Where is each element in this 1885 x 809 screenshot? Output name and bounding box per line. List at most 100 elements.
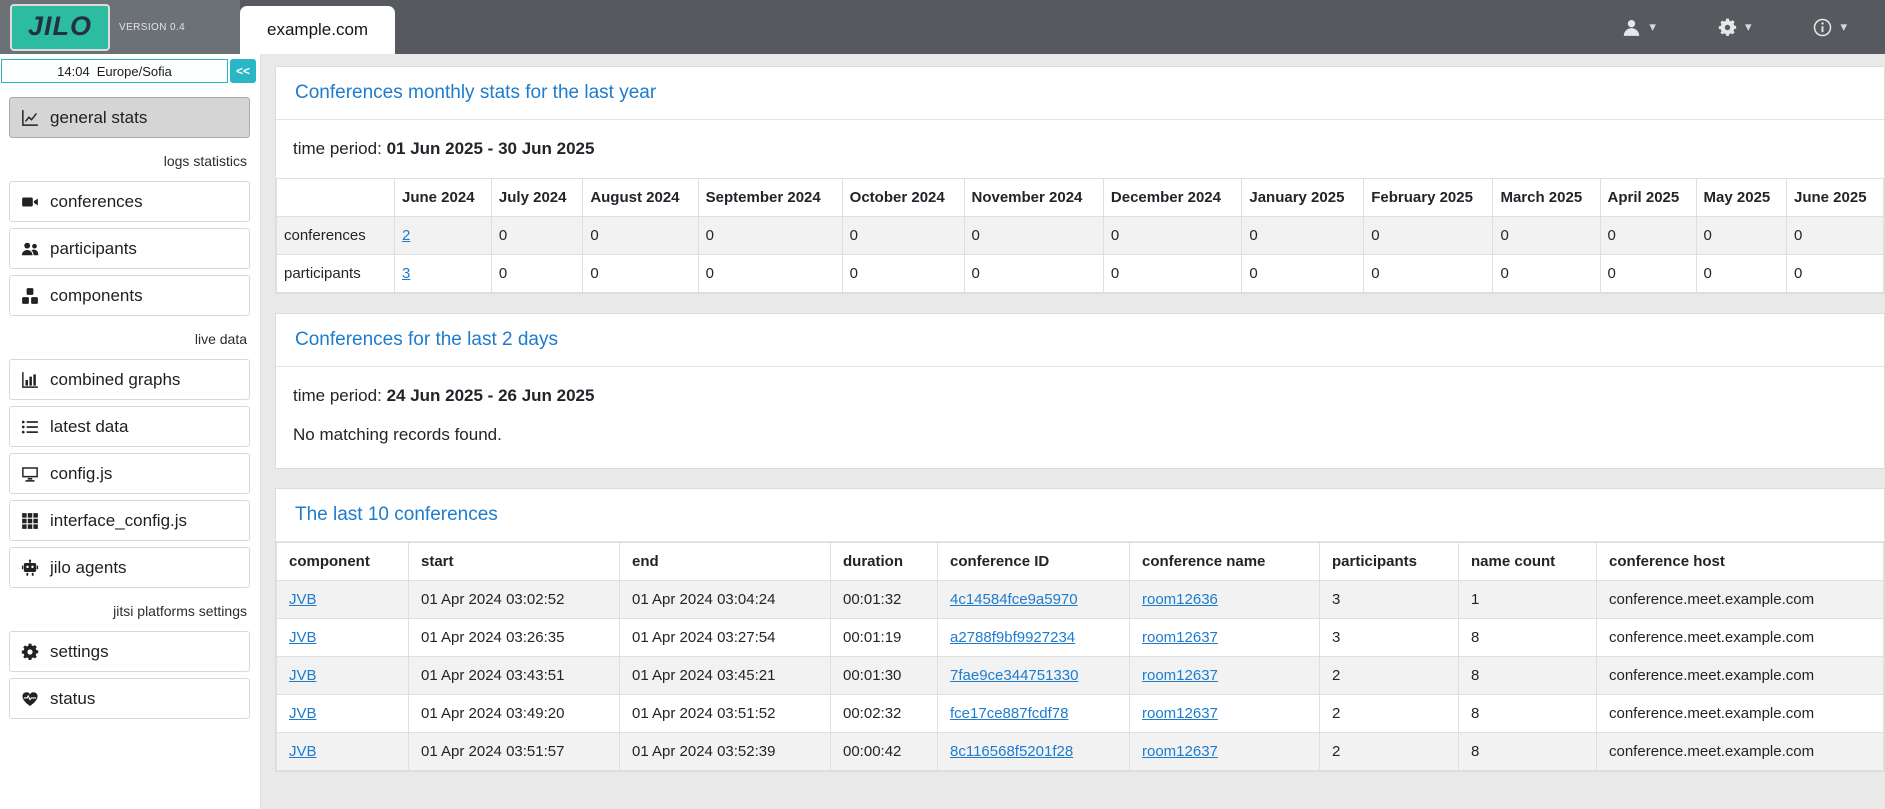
last10-link[interactable]: JVB bbox=[289, 629, 317, 646]
last10-cell: 01 Apr 2024 03:49:20 bbox=[409, 695, 620, 733]
sidebar-item-jilo-agents[interactable]: jilo agents bbox=[9, 547, 250, 588]
monthly-cell: 0 bbox=[842, 255, 964, 293]
tab-example-com[interactable]: example.com bbox=[240, 6, 395, 54]
recent-time-period: time period: 24 Jun 2025 - 26 Jun 2025 bbox=[293, 386, 1884, 406]
sidebar-item-label: status bbox=[50, 689, 95, 709]
sidebar-item-label: components bbox=[50, 286, 143, 306]
last10-link[interactable]: room12637 bbox=[1142, 629, 1218, 646]
last10-link[interactable]: room12636 bbox=[1142, 591, 1218, 608]
last10-column-header: participants bbox=[1320, 543, 1459, 581]
monthly-stats-card-body: time period: 01 Jun 2025 - 30 Jun 2025 J… bbox=[276, 120, 1884, 293]
last10-cell: conference.meet.example.com bbox=[1597, 581, 1884, 619]
table-row: JVB01 Apr 2024 03:49:2001 Apr 2024 03:51… bbox=[277, 695, 1884, 733]
video-camera-icon bbox=[21, 193, 39, 211]
sidebar-collapse-button[interactable]: << bbox=[230, 59, 256, 83]
last10-link[interactable]: room12637 bbox=[1142, 667, 1218, 684]
topbar: JILO VERSION 0.4 example.com ▾ ▾ ▾ bbox=[0, 0, 1885, 54]
monthly-cell: 0 bbox=[583, 217, 698, 255]
sidebar-item-config-js[interactable]: config.js bbox=[9, 453, 250, 494]
last10-cell: 01 Apr 2024 03:43:51 bbox=[409, 657, 620, 695]
sidebar-item-general-stats[interactable]: general stats bbox=[9, 97, 250, 138]
user-menu[interactable]: ▾ bbox=[1622, 18, 1656, 37]
last10-column-header: conference ID bbox=[938, 543, 1130, 581]
last10-cell: room12637 bbox=[1130, 733, 1320, 771]
last10-column-header: name count bbox=[1459, 543, 1597, 581]
last10-link[interactable]: 8c116568f5201f28 bbox=[950, 743, 1073, 760]
clock-timezone: Europe/Sofia bbox=[97, 64, 172, 79]
table-row: JVB01 Apr 2024 03:02:5201 Apr 2024 03:04… bbox=[277, 581, 1884, 619]
last10-link[interactable]: fce17ce887fcdf78 bbox=[950, 705, 1068, 722]
recent-conferences-title[interactable]: Conferences for the last 2 days bbox=[295, 329, 558, 350]
line-chart-icon bbox=[21, 109, 39, 127]
monthly-cell: 0 bbox=[698, 217, 842, 255]
monthly-column-header: May 2025 bbox=[1696, 179, 1786, 217]
sidebar-item-conferences[interactable]: conferences bbox=[9, 181, 250, 222]
last10-link[interactable]: JVB bbox=[289, 667, 317, 684]
sidebar-item-participants[interactable]: participants bbox=[9, 228, 250, 269]
table-row: JVB 01 Apr 2024 03:43:5101 Apr 2024 03:45… bbox=[277, 657, 1884, 695]
table-row: conferences2000000000000 bbox=[277, 217, 1884, 255]
sidebar-item-label: settings bbox=[50, 642, 109, 662]
sidebar-item-status[interactable]: status bbox=[9, 678, 250, 719]
sidebar-item-settings[interactable]: settings bbox=[9, 631, 250, 672]
sidebar-section-label: logs statistics bbox=[13, 153, 247, 169]
table-row: JVB01 Apr 2024 03:26:3501 Apr 2024 03:27… bbox=[277, 619, 1884, 657]
last10-cell: JVB bbox=[277, 657, 409, 695]
info-menu[interactable]: ▾ bbox=[1813, 18, 1847, 37]
last10-cell: 00:02:32 bbox=[831, 695, 938, 733]
last10-link[interactable]: 7fae9ce344751330 bbox=[950, 667, 1078, 684]
monthly-column-header: July 2024 bbox=[491, 179, 582, 217]
sidebar-item-latest-data[interactable]: latest data bbox=[9, 406, 250, 447]
people-icon bbox=[21, 240, 39, 258]
monthly-column-header bbox=[277, 179, 395, 217]
monthly-row-label: participants bbox=[277, 255, 395, 293]
topbar-brand-area: JILO VERSION 0.4 bbox=[0, 0, 240, 54]
last10-conferences-card-header: The last 10 conferences bbox=[276, 489, 1884, 542]
last10-cell: 01 Apr 2024 03:45:21 bbox=[620, 657, 831, 695]
monthly-cell: 0 bbox=[583, 255, 698, 293]
main-content: Conferences monthly stats for the last y… bbox=[261, 54, 1885, 809]
last10-conferences-title[interactable]: The last 10 conferences bbox=[295, 504, 498, 525]
last10-link[interactable]: 4c14584fce9a5970 bbox=[950, 591, 1078, 608]
robot-icon bbox=[21, 559, 39, 577]
monthly-column-header: June 2025 bbox=[1787, 179, 1884, 217]
last10-link[interactable]: a2788f9bf9927234 bbox=[950, 629, 1075, 646]
last10-link[interactable]: room12637 bbox=[1142, 705, 1218, 722]
heart-icon bbox=[21, 690, 39, 708]
last10-link[interactable]: JVB bbox=[289, 743, 317, 760]
last10-cell: room12637 bbox=[1130, 695, 1320, 733]
last10-cell: conference.meet.example.com bbox=[1597, 695, 1884, 733]
monthly-stats-card: Conferences monthly stats for the last y… bbox=[275, 66, 1885, 294]
sidebar-item-label: combined graphs bbox=[50, 370, 180, 390]
last10-link[interactable]: JVB bbox=[289, 591, 317, 608]
last10-cell: 3 bbox=[1320, 619, 1459, 657]
monthly-count-link[interactable]: 3 bbox=[402, 265, 410, 282]
settings-menu[interactable]: ▾ bbox=[1718, 18, 1752, 37]
monitor-icon bbox=[21, 465, 39, 483]
monthly-cell: 0 bbox=[1493, 217, 1600, 255]
last10-link[interactable]: JVB bbox=[289, 705, 317, 722]
last10-cell: 3 bbox=[1320, 581, 1459, 619]
monthly-cell: 0 bbox=[491, 217, 582, 255]
monthly-time-period: time period: 01 Jun 2025 - 30 Jun 2025 bbox=[293, 139, 1884, 159]
sidebar-item-components[interactable]: components bbox=[9, 275, 250, 316]
last10-column-header: start bbox=[409, 543, 620, 581]
monthly-column-header: August 2024 bbox=[583, 179, 698, 217]
last10-cell: 8 bbox=[1459, 733, 1597, 771]
monthly-stats-title[interactable]: Conferences monthly stats for the last y… bbox=[295, 82, 656, 103]
list-icon bbox=[21, 418, 39, 436]
monthly-column-header: November 2024 bbox=[964, 179, 1103, 217]
monthly-count-link[interactable]: 2 bbox=[402, 227, 410, 244]
caret-down-icon: ▾ bbox=[1649, 19, 1656, 35]
monthly-cell: 0 bbox=[964, 217, 1103, 255]
monthly-stats-table: June 2024July 2024August 2024September 2… bbox=[276, 178, 1884, 293]
sidebar-item-interface-config-js[interactable]: interface_config.js bbox=[9, 500, 250, 541]
monthly-cell: 0 bbox=[1696, 217, 1786, 255]
layout: 14:04 Europe/Sofia << general statslogs … bbox=[0, 54, 1885, 809]
last10-link[interactable]: room12637 bbox=[1142, 743, 1218, 760]
sidebar-item-combined-graphs[interactable]: combined graphs bbox=[9, 359, 250, 400]
last10-cell: room12636 bbox=[1130, 581, 1320, 619]
monthly-cell: 0 bbox=[1696, 255, 1786, 293]
last10-cell: 01 Apr 2024 03:52:39 bbox=[620, 733, 831, 771]
monthly-cell: 0 bbox=[1242, 217, 1364, 255]
